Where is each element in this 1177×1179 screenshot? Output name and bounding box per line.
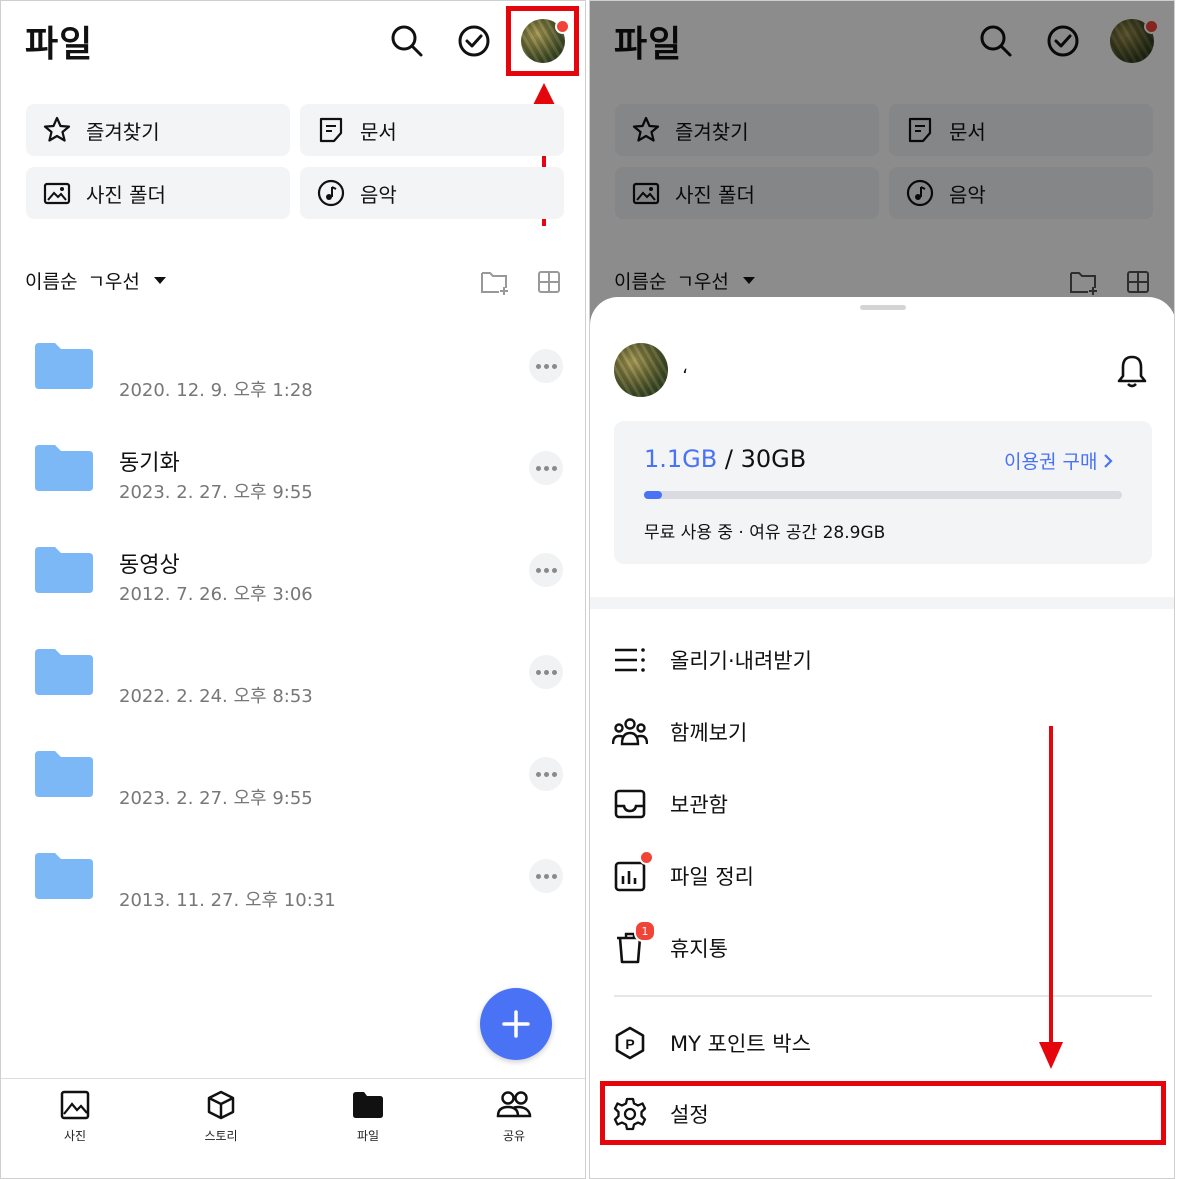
sort-dropdown[interactable]: 이름순 ㄱ우선	[25, 267, 166, 294]
folder-date: 2023. 2. 27. 오후 9:55	[119, 788, 313, 809]
username: ،	[682, 357, 688, 378]
menu-label: MY 포인트 박스	[670, 1032, 811, 1056]
plus-icon	[502, 1010, 530, 1038]
folder-name: 동영상	[119, 553, 180, 578]
red-arrow-down	[1039, 726, 1063, 1069]
storage-status: 무료 사용 중 · 여유 공간 28.9GB	[644, 523, 886, 543]
storage-bar-fill	[644, 491, 662, 499]
point-icon: P	[615, 1026, 645, 1060]
people-icon	[496, 1091, 532, 1118]
folder-icon	[35, 853, 93, 899]
menu-label: 함께보기	[670, 721, 748, 745]
tab-label: 사진	[63, 1129, 87, 1143]
menu-label: 올리기·내려받기	[670, 649, 812, 673]
folder-icon	[35, 649, 93, 695]
more-options-button[interactable]	[529, 655, 563, 689]
folder-icon	[35, 547, 93, 593]
storage-used: 1.1GB	[644, 445, 718, 473]
storage-card: 1.1GB / 30GB 이용권 구매 무료 사용 중 · 여유 공간 28.9…	[614, 421, 1152, 564]
trash-count-badge: 1	[634, 920, 656, 942]
more-options-button[interactable]	[529, 553, 563, 587]
transfer-list-icon	[615, 648, 645, 672]
menu-transfers[interactable]: 올리기·내려받기	[612, 638, 1132, 682]
tab-label: 파일	[356, 1129, 380, 1143]
document-icon	[319, 117, 343, 143]
tab-label: 스토리	[204, 1129, 238, 1143]
quick-label: 사진 폴더	[86, 182, 166, 207]
storage-separator: /	[717, 445, 741, 473]
profile-bottom-sheet: ، 1.1GB / 30GB 이용권 구매 무료 사용 중 · 여유 공간 28…	[590, 297, 1174, 1178]
menu-divider	[614, 995, 1152, 997]
folder-date: 2020. 12. 9. 오후 1:28	[119, 380, 313, 401]
more-options-button[interactable]	[529, 451, 563, 485]
new-dot	[639, 850, 654, 865]
photo-icon	[60, 1090, 90, 1120]
folder-name: 동기화	[119, 451, 180, 476]
files-screen: 파일 즐겨찾기 문서 사진 폴더 음악 이름순 ㄱ우선 2020. 12. 9.…	[0, 0, 586, 1179]
quick-documents-button[interactable]: 문서	[300, 104, 564, 156]
menu-label: 휴지통	[670, 937, 728, 961]
purchase-link[interactable]: 이용권 구매	[1004, 447, 1114, 474]
tab-photos[interactable]: 사진	[35, 1089, 115, 1144]
folder-date: 2013. 11. 27. 오후 10:31	[119, 890, 336, 911]
inbox-icon	[614, 789, 646, 819]
select-check-icon[interactable]	[456, 23, 492, 59]
storage-usage: 1.1GB / 30GB	[644, 445, 806, 473]
menu-label: 파일 정리	[670, 865, 754, 889]
star-icon	[43, 116, 71, 142]
svg-text:P: P	[625, 1036, 634, 1052]
group-icon	[612, 718, 648, 746]
profile-sheet-screen: 파일 즐겨찾기 문서 사진 폴더 음악 이름순 ㄱ우선 ، 1.1GB / 30…	[589, 0, 1175, 1179]
menu-label: 보관함	[670, 793, 728, 817]
quick-favorites-button[interactable]: 즐겨찾기	[26, 104, 290, 156]
sort-order: ㄱ우선	[87, 271, 140, 293]
tab-story[interactable]: 스토리	[181, 1089, 261, 1144]
storage-total: 30GB	[740, 445, 807, 473]
bottom-tab-bar: 사진 스토리 파일 공유	[1, 1078, 585, 1178]
photo-folder-icon	[43, 182, 71, 205]
more-options-button[interactable]	[529, 757, 563, 791]
purchase-label: 이용권 구매	[1004, 451, 1098, 473]
section-divider	[590, 597, 1174, 609]
music-icon	[317, 179, 345, 207]
quick-label: 문서	[360, 119, 397, 144]
folder-icon	[35, 751, 93, 797]
storage-bar	[644, 491, 1122, 499]
sort-label: 이름순	[25, 271, 78, 293]
cube-icon	[207, 1090, 235, 1120]
more-options-button[interactable]	[529, 859, 563, 893]
sheet-grabber[interactable]	[860, 305, 906, 310]
page-title: 파일	[25, 24, 94, 65]
tab-label: 공유	[502, 1129, 526, 1143]
folder-date: 2022. 2. 24. 오후 8:53	[119, 686, 313, 707]
folder-icon	[35, 343, 93, 389]
grid-view-icon[interactable]	[537, 270, 561, 294]
folder-date: 2012. 7. 26. 오후 3:06	[119, 584, 313, 605]
quick-photo-folder-button[interactable]: 사진 폴더	[26, 167, 290, 219]
more-options-button[interactable]	[529, 349, 563, 383]
add-fab-button[interactable]	[480, 988, 552, 1060]
tab-share[interactable]: 공유	[474, 1089, 554, 1144]
highlight-box-settings	[600, 1081, 1166, 1145]
quick-label: 음악	[360, 182, 397, 207]
folder-icon	[353, 1092, 383, 1118]
quick-music-button[interactable]: 음악	[300, 167, 564, 219]
highlight-box-avatar	[506, 6, 579, 76]
quick-label: 즐겨찾기	[86, 119, 160, 144]
caret-down-icon	[153, 277, 166, 284]
tab-files[interactable]: 파일	[328, 1089, 408, 1144]
new-folder-icon[interactable]	[479, 268, 511, 296]
chart-icon	[614, 861, 646, 892]
chevron-right-icon	[1104, 453, 1114, 468]
bell-icon[interactable]	[1115, 353, 1149, 389]
profile-avatar[interactable]	[614, 343, 668, 397]
folder-icon	[35, 445, 93, 491]
folder-date: 2023. 2. 27. 오후 9:55	[119, 482, 313, 503]
search-icon[interactable]	[389, 23, 425, 59]
